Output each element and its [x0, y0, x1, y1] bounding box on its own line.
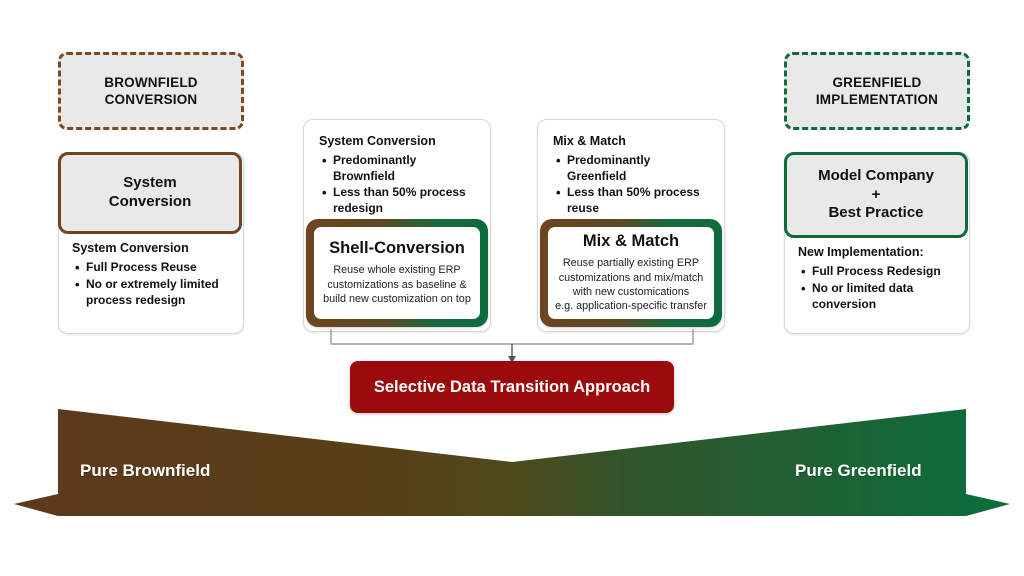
left-card-bullet-list: Full Process Reuse No or extremely limit…: [72, 259, 230, 309]
mix-and-match-title: Mix & Match: [582, 232, 680, 251]
shell-conversion-inner: Shell-Conversion Reuse whole existing ER…: [314, 227, 480, 319]
greenfield-implementation-pill: GREENFIELD IMPLEMENTATION: [784, 52, 970, 130]
mix-and-match-box: Mix & Match Reuse partially existing ERP…: [540, 219, 722, 327]
banner-label: Selective Data Transition Approach: [373, 377, 651, 396]
list-item: Less than 50% process redesign: [322, 184, 476, 217]
right-card-header-line3: Best Practice: [828, 204, 924, 222]
shell-conversion-line2: customizations as baseline &: [327, 278, 467, 291]
list-item: Predominantly Greenfield: [556, 152, 710, 185]
shell-conversion-line3: build new customization on top: [323, 293, 471, 306]
spectrum-right-arrowhead-icon: [966, 494, 1010, 516]
list-item: Full Process Reuse: [75, 259, 230, 276]
left-card-body-title: System Conversion: [72, 241, 189, 255]
left-card-header: System Conversion: [58, 152, 242, 234]
left-card-header-line1: System: [123, 174, 177, 192]
spectrum-left-arrowhead-icon: [14, 494, 58, 516]
middle-system-conversion-card: System Conversion Predominantly Brownfie…: [303, 119, 491, 332]
shell-conversion-box: Shell-Conversion Reuse whole existing ER…: [306, 219, 488, 327]
brownfield-pill-line2: CONVERSION: [104, 92, 198, 107]
middle-right-bullet-list: Predominantly Greenfield Less than 50% p…: [553, 152, 710, 217]
mix-and-match-line4: e.g. application-specific transfer: [555, 300, 707, 313]
diagram-canvas: BROWNFIELD CONVERSION GREENFIELD IMPLEME…: [0, 0, 1024, 576]
brownfield-conversion-pill: BROWNFIELD CONVERSION: [58, 52, 244, 130]
shell-conversion-title: Shell-Conversion: [329, 239, 465, 258]
middle-right-top: Mix & Match Predominantly Greenfield Les…: [538, 120, 724, 217]
mix-and-match-line2: customizations and mix/match: [558, 271, 704, 284]
list-item: Less than 50% process reuse: [556, 184, 710, 217]
middle-left-top: System Conversion Predominantly Brownfie…: [304, 120, 490, 217]
list-item: No or extremely limited process redesign: [75, 276, 230, 309]
shell-conversion-description: Reuse whole existing ERP customizations …: [323, 263, 471, 306]
mix-and-match-description: Reuse partially existing ERP customizati…: [555, 256, 707, 313]
shell-conversion-line1: Reuse whole existing ERP: [333, 264, 461, 277]
mix-and-match-inner: Mix & Match Reuse partially existing ERP…: [548, 227, 714, 319]
connector-bracket-path: [330, 329, 694, 345]
right-card-header-line1: Model Company: [818, 166, 934, 184]
middle-right-title: Mix & Match: [553, 134, 626, 148]
greenfield-pill-line1: GREENFIELD: [832, 74, 922, 90]
list-item: No or limited data conversion: [801, 280, 956, 313]
right-card-body-title: New Implementation:: [798, 245, 924, 259]
middle-left-bullet-list: Predominantly Brownfield Less than 50% p…: [319, 152, 476, 217]
mix-and-match-line1: Reuse partially existing ERP: [562, 257, 700, 270]
right-model-company-card: Model Company + Best Practice New Implem…: [784, 152, 970, 334]
list-item: Full Process Redesign: [801, 263, 956, 280]
left-card-header-line2: Conversion: [108, 193, 192, 210]
right-card-header-line2: +: [871, 185, 881, 203]
brownfield-pill-line1: BROWNFIELD: [104, 74, 198, 90]
greenfield-pill-line2: IMPLEMENTATION: [815, 92, 939, 107]
left-card-body: System Conversion Full Process Reuse No …: [59, 241, 243, 310]
mix-and-match-line3: with new customications: [572, 286, 690, 298]
spectrum-left-label: Pure Brownfield: [80, 461, 211, 480]
list-item: Predominantly Brownfield: [322, 152, 476, 185]
right-card-bullet-list: Full Process Redesign No or limited data…: [798, 263, 956, 313]
right-card-body: New Implementation: Full Process Redesig…: [785, 245, 969, 314]
left-system-conversion-card: System Conversion System Conversion Full…: [58, 152, 244, 334]
right-card-header: Model Company + Best Practice: [784, 152, 968, 238]
spectrum-right-label: Pure Greenfield: [795, 461, 922, 480]
middle-mix-and-match-card: Mix & Match Predominantly Greenfield Les…: [537, 119, 725, 332]
middle-left-title: System Conversion: [319, 134, 436, 148]
